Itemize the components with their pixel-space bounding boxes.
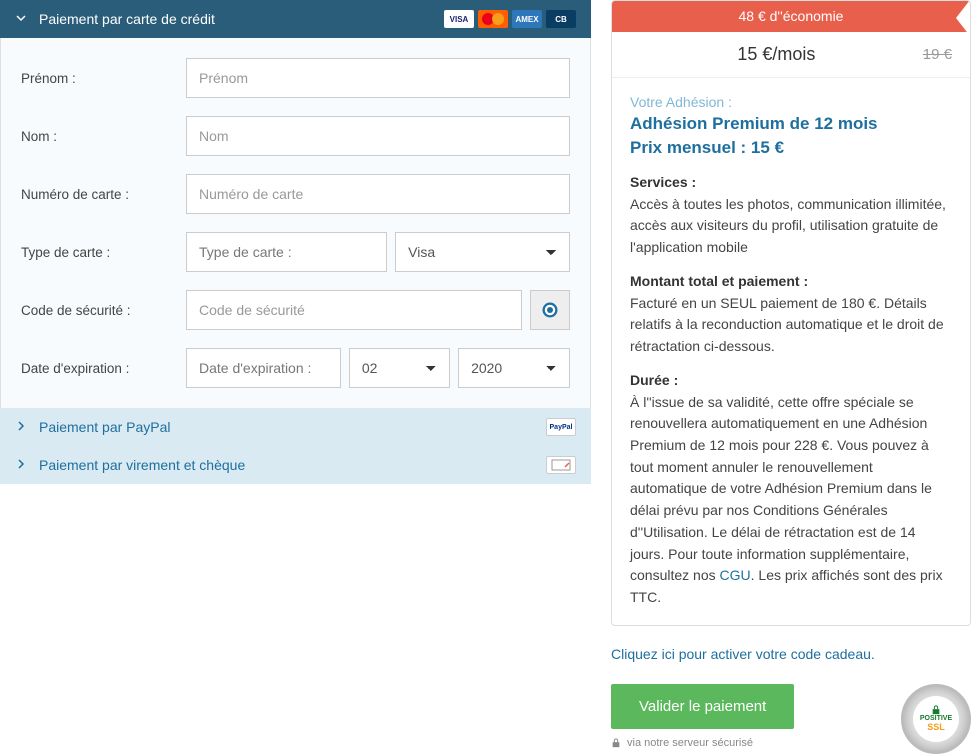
- price-row: 15 €/mois 19 €: [612, 32, 970, 78]
- cardtype-label: Type de carte :: [21, 245, 186, 260]
- chevron-right-icon: [15, 457, 27, 473]
- accordion-transfer[interactable]: Paiement par virement et chèque: [0, 446, 591, 484]
- amex-icon: AMEX: [512, 10, 542, 28]
- gift-code-link[interactable]: Cliquez ici pour activer votre code cade…: [611, 646, 971, 662]
- lastname-input[interactable]: [186, 116, 570, 156]
- cardtype-static-label: Type de carte :: [186, 232, 387, 272]
- accordion-title: Paiement par virement et chèque: [39, 457, 245, 473]
- lock-icon: [931, 705, 941, 715]
- cardnumber-label: Numéro de carte :: [21, 187, 186, 202]
- lock-icon: [611, 738, 621, 748]
- cvv-input[interactable]: [186, 290, 522, 330]
- credit-card-form: Prénom : Nom : Numéro de carte : Type de…: [0, 38, 591, 408]
- duration-text: À l''issue de sa validité, cette offre s…: [630, 392, 952, 609]
- cvv-info-button[interactable]: [530, 290, 570, 330]
- duration-title: Durée :: [630, 372, 952, 388]
- paypal-icon: PayPal: [546, 418, 576, 436]
- adhesion-title: Adhésion Premium de 12 mois Prix mensuel…: [630, 112, 952, 160]
- validate-payment-button[interactable]: Valider le paiement: [611, 684, 794, 729]
- cvv-label: Code de sécurité :: [21, 303, 186, 318]
- expiry-static-label: Date d'expiration :: [186, 348, 341, 388]
- lastname-label: Nom :: [21, 129, 186, 144]
- secure-note: via notre serveur sécurisé: [611, 737, 861, 749]
- services-title: Services :: [630, 174, 952, 190]
- cgu-link[interactable]: CGU: [720, 567, 751, 583]
- order-summary: 48 € d''économie 15 €/mois 19 € Votre Ad…: [611, 0, 971, 626]
- savings-ribbon: 48 € d''économie: [611, 0, 971, 32]
- firstname-input[interactable]: [186, 58, 570, 98]
- expiry-year-select[interactable]: 2020: [458, 348, 570, 388]
- visa-icon: VISA: [444, 10, 474, 28]
- price-old: 19 €: [923, 46, 952, 63]
- services-text: Accès à toutes les photos, communication…: [630, 194, 952, 259]
- cheque-icon: [546, 456, 576, 474]
- card-brand-logos: VISA AMEX CB: [444, 10, 576, 28]
- total-title: Montant total et paiement :: [630, 273, 952, 289]
- accordion-paypal[interactable]: Paiement par PayPal PayPal: [0, 408, 591, 446]
- info-icon: [541, 301, 559, 319]
- accordion-title: Paiement par carte de crédit: [39, 11, 215, 27]
- accordion-title: Paiement par PayPal: [39, 419, 171, 435]
- cardnumber-input[interactable]: [186, 174, 570, 214]
- ssl-badge: POSITIVE SSL: [901, 684, 971, 754]
- adhesion-label: Votre Adhésion :: [630, 94, 952, 110]
- cardtype-select[interactable]: Visa: [395, 232, 570, 272]
- expiry-month-select[interactable]: 02: [349, 348, 450, 388]
- chevron-right-icon: [15, 419, 27, 435]
- total-text: Facturé en un SEUL paiement de 180 €. Dé…: [630, 293, 952, 358]
- firstname-label: Prénom :: [21, 71, 186, 86]
- chevron-down-icon: [15, 11, 27, 27]
- price-current: 15 €/mois: [630, 44, 923, 65]
- mastercard-icon: [478, 10, 508, 28]
- cb-icon: CB: [546, 10, 576, 28]
- accordion-credit-card[interactable]: Paiement par carte de crédit VISA AMEX C…: [0, 0, 591, 38]
- expiry-label: Date d'expiration :: [21, 361, 186, 376]
